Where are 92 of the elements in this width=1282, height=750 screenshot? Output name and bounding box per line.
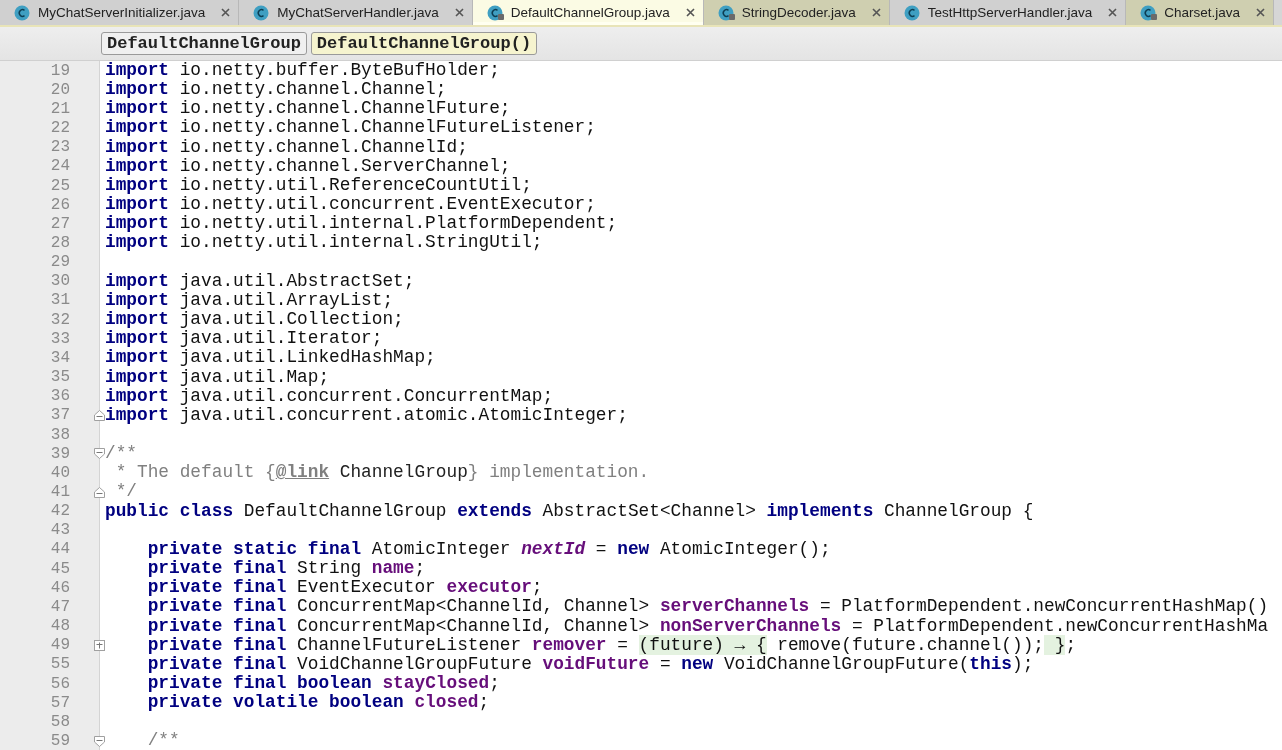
line-number: 21 [49,99,70,118]
code-line: import io.netty.channel.Channel; [104,80,447,100]
line-number: 27 [49,214,70,233]
code-line: private static final AtomicInteger nextId = new AtomicInteger(); [146,539,831,560]
line-number: 25 [49,176,70,195]
editor-tab[interactable]: MyChatServerInitializer.java [0,0,240,25]
line-number: 22 [49,119,70,138]
code-line: import java.util.concurrent.atomic.AtomicInteger; [104,405,628,425]
code-line: import java.util.Map; [104,367,330,387]
code-line: import io.netty.channel.ChannelFutureListener; [104,118,596,138]
line-number: 59 [49,732,70,750]
code-line: import io.netty.util.ReferenceCountUtil; [104,175,532,196]
line-number: 41 [49,483,70,501]
class-icon [14,4,32,21]
code-line: private final EventExecutor executor; [146,578,543,598]
code-line: import java.util.AbstractSet; [104,271,415,291]
editor-tab[interactable]: TestHttpServerHandler.java [889,0,1127,25]
line-number: 40 [49,463,70,482]
code-line: */ [114,482,137,502]
line-number: 42 [49,502,70,521]
line-number: 43 [49,521,70,540]
line-number: 33 [49,329,70,348]
code-line: import io.netty.channel.ChannelFuture; [104,99,511,119]
code-line: import java.util.Collection; [104,310,404,330]
editor-tab[interactable]: StringDecoder.java [703,0,890,25]
code-line: private final String name; [146,559,426,579]
code-line: import java.util.concurrent.ConcurrentMap; [104,386,554,406]
line-number: 30 [49,272,70,291]
code-line: import java.util.LinkedHashMap; [104,348,436,368]
code-line: import java.util.ArrayList; [104,290,394,311]
line-number: 35 [49,368,70,387]
code-line: private final ConcurrentMap<ChannelId, Channel> serverChannels = PlatformDependent.newConcurrentHashMap() [146,597,1269,617]
close-icon[interactable] [454,8,464,17]
class-icon [903,4,922,21]
close-icon[interactable] [1255,8,1265,17]
line-number: 56 [49,674,70,693]
code-line: /** [146,731,180,750]
code-line: import java.util.Iterator; [104,329,383,349]
code-line: private final ChannelFutureListener remover = (future) → { remove(future.channel()); }; [146,635,1077,655]
line-number: 36 [49,387,70,406]
class-icon [1140,4,1159,21]
line-number: 28 [49,234,70,252]
code-line: import io.netty.util.concurrent.EventExecutor; [104,195,596,215]
line-number: 20 [49,80,70,99]
line-number: 39 [49,444,70,463]
line-number: 29 [49,253,70,272]
breadcrumb-item[interactable]: DefaultChannelGroup() [310,32,538,55]
class-icon [486,4,505,21]
code-line: private volatile boolean closed; [146,693,490,713]
expand-icon[interactable] [94,639,105,651]
line-number: 47 [49,597,70,616]
breadcrumb-item[interactable]: DefaultChannelGroup [101,32,307,55]
code-line: import io.netty.channel.ChannelId; [104,137,468,157]
line-number: 26 [49,195,70,214]
line-number: 55 [49,655,70,674]
code-line: private final VoidChannelGroupFuture voidFuture = new VoidChannelGroupFuture(this); [146,654,1034,674]
editor-tab[interactable]: MyChatServerHandler.java [239,0,473,25]
line-number: 31 [49,291,70,310]
editor-tab[interactable]: DefaultChannelGroup.java [472,0,704,25]
line-number: 32 [49,310,70,329]
code-line: private final boolean stayClosed; [146,674,500,694]
line-number: 34 [49,348,70,367]
collapse-icon[interactable] [94,486,105,498]
collapse-icon[interactable] [94,409,105,421]
close-icon[interactable] [685,8,695,17]
code-line: import io.netty.channel.ServerChannel; [104,156,511,176]
collapse-icon[interactable] [94,448,105,460]
collapse-icon[interactable] [94,735,105,747]
line-number: 48 [49,617,70,636]
line-number: 19 [49,61,70,80]
line-number: 58 [49,712,70,731]
code-line: private final ConcurrentMap<ChannelId, Channel> nonServerChannels = PlatformDependent.newConcurrentHashMa [146,616,1269,636]
line-number: 37 [49,406,70,425]
line-number: 49 [49,636,70,655]
editor-tab[interactable]: Charset.java [1126,0,1274,25]
line-number: 44 [49,540,70,559]
line-number: 45 [49,559,70,578]
line-number: 23 [49,138,70,157]
code-line: /** [104,444,137,464]
class-icon [717,4,736,21]
close-icon[interactable] [871,8,881,17]
code-line: * The default {@link ChannelGroup} implementation. [114,463,650,483]
line-number: 38 [49,425,70,444]
line-number: 46 [49,578,70,597]
code-line: import io.netty.util.internal.PlatformDependent; [104,214,618,234]
code-line: import io.netty.util.internal.StringUtil; [104,233,543,253]
code-line: import io.netty.buffer.ByteBufHolder; [104,61,500,81]
line-number: 57 [49,693,70,712]
close-icon[interactable] [221,8,231,17]
code-line: public class DefaultChannelGroup extends AbstractSet<Channel> implements ChannelGroup { [104,501,1034,521]
close-icon[interactable] [1108,8,1118,17]
line-number: 24 [49,157,70,176]
